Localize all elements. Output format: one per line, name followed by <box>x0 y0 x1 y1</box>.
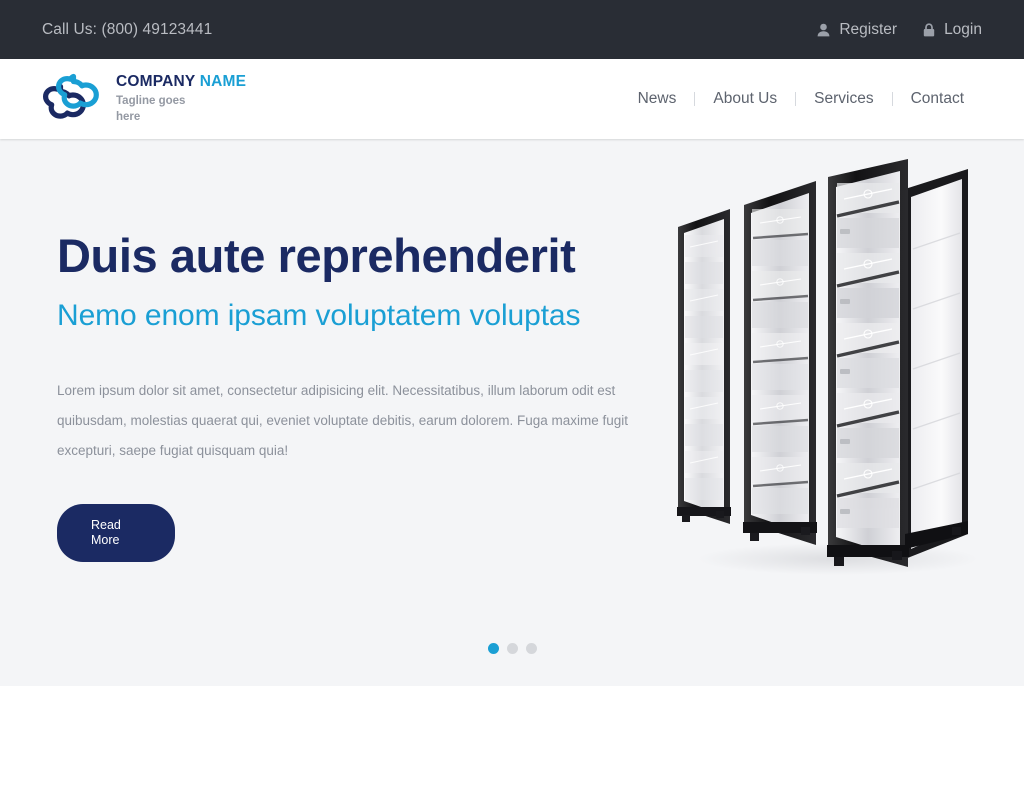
phone-number: Call Us: (800) 49123441 <box>42 20 213 38</box>
carousel-dot-3[interactable] <box>525 643 537 654</box>
brand-name: COMPANY NAME <box>116 73 246 90</box>
main-navigation: News About Us Services Contact <box>620 90 982 108</box>
register-link[interactable]: Register <box>817 21 897 39</box>
site-header: COMPANY NAME Tagline goes here News Abou… <box>0 59 1024 139</box>
hero-paragraph: Lorem ipsum dolor sit amet, consectetur … <box>57 383 629 459</box>
hero-carousel: Duis aute reprehenderit Nemo enom ipsam … <box>0 139 1024 686</box>
hero-slide: Duis aute reprehenderit Nemo enom ipsam … <box>0 139 1024 686</box>
login-link[interactable]: Login <box>923 21 982 39</box>
hero-subtitle: Nemo enom ipsam voluptatem voluptas <box>57 298 581 332</box>
hero-title: Duis aute reprehenderit <box>57 229 576 282</box>
login-label: Login <box>944 20 982 38</box>
server-rack-image <box>668 159 1008 589</box>
page-body-area <box>0 686 1024 800</box>
register-label: Register <box>839 20 898 38</box>
user-icon <box>817 23 830 37</box>
read-more-line1: Read <box>91 518 121 533</box>
lock-icon <box>923 22 935 37</box>
brand-text: COMPANY NAME Tagline goes here <box>116 73 246 125</box>
nav-item-news[interactable]: News <box>620 90 695 108</box>
brand-name-accent: NAME <box>199 72 247 90</box>
cloud-logo-icon <box>42 72 104 126</box>
top-account-links: Register Login <box>817 21 982 39</box>
nav-item-services[interactable]: Services <box>796 90 891 108</box>
hero-copy: Duis aute reprehenderit Nemo enom ipsam … <box>57 229 657 562</box>
read-more-line2: More <box>91 532 120 547</box>
carousel-dot-1[interactable] <box>487 643 499 654</box>
brand-logo[interactable]: COMPANY NAME Tagline goes here <box>42 72 246 126</box>
nav-item-about-us[interactable]: About Us <box>695 90 795 108</box>
top-utility-bar: Call Us: (800) 49123441 Register Login <box>0 0 1024 59</box>
read-more-button[interactable]: Read More <box>57 504 175 562</box>
brand-tagline: Tagline goes here <box>116 94 186 123</box>
brand-name-primary: COMPANY <box>116 72 196 90</box>
carousel-dots <box>0 643 1024 654</box>
carousel-dot-2[interactable] <box>506 643 518 654</box>
nav-item-contact[interactable]: Contact <box>893 90 982 108</box>
